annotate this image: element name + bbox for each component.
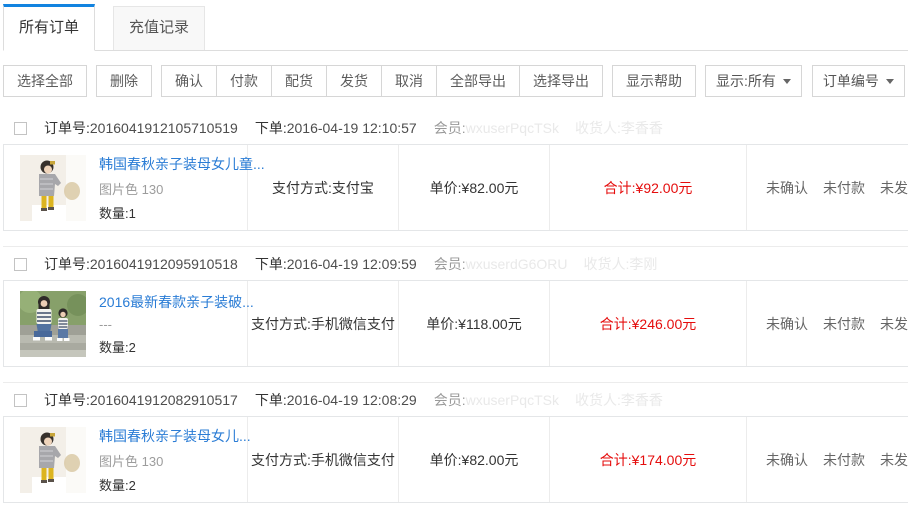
product-cell: 韩国春秋亲子装母女儿... 图片色 130 数量:2 — [4, 417, 248, 502]
product-image[interactable] — [20, 427, 86, 493]
status-unpaid: 未付款 — [823, 178, 865, 198]
product-title-link[interactable]: 韩国春秋亲子装母女儿童... — [99, 154, 247, 174]
product-title-link[interactable]: 2016最新春款亲子装破... — [99, 292, 247, 312]
unit-price: 单价:¥118.00元 — [399, 281, 550, 366]
member-label: 会员: — [434, 390, 466, 410]
order-placed-time: 下单:2016-04-19 12:10:57 — [255, 118, 417, 138]
consignee-redacted: 收货人:李香香 — [575, 118, 663, 138]
payment-method: 支付方式:手机微信支付 — [248, 417, 399, 502]
order-total: 合计:¥174.00元 — [550, 417, 747, 502]
orders-page: 所有订单 充值记录 选择全部 删除 确认 付款 配货 发货 取消 全部导出 选择… — [0, 0, 908, 503]
unit-price: 单价:¥82.00元 — [399, 145, 550, 230]
allocate-button[interactable]: 配货 — [271, 65, 327, 97]
payment-method: 支付方式:手机微信支付 — [248, 281, 399, 366]
search-type-dropdown[interactable]: 订单编号 — [812, 65, 905, 97]
order-checkbox[interactable] — [14, 122, 27, 135]
ship-button[interactable]: 发货 — [326, 65, 382, 97]
order-block: 订单号:2016041912082910517 下单:2016-04-19 12… — [3, 382, 908, 503]
select-all-button[interactable]: 选择全部 — [3, 65, 87, 97]
chevron-down-icon — [886, 79, 894, 84]
unit-price: 单价:¥82.00元 — [399, 417, 550, 502]
product-cell: 韩国春秋亲子装母女儿童... 图片色 130 数量:1 — [4, 145, 248, 230]
confirm-button[interactable]: 确认 — [161, 65, 217, 97]
product-title-link[interactable]: 韩国春秋亲子装母女儿... — [99, 426, 247, 446]
tab-all-orders[interactable]: 所有订单 — [3, 4, 95, 51]
order-statuses: 未确认 未付款 未发货 — [747, 417, 908, 502]
tab-recharge-records[interactable]: 充值记录 — [113, 6, 205, 50]
order-block: 订单号:2016041912095910518 下单:2016-04-19 12… — [3, 246, 908, 367]
toolbar: 选择全部 删除 确认 付款 配货 发货 取消 全部导出 选择导出 显示帮助 显示… — [3, 65, 908, 97]
export-all-button[interactable]: 全部导出 — [436, 65, 520, 97]
product-spec: 图片色 130 — [99, 179, 247, 198]
toolbar-filters: 显示:所有 订单编号 — [705, 65, 908, 97]
order-total: 合计:¥246.00元 — [550, 281, 747, 366]
member-id-redacted: wxuserPqcTSk — [466, 392, 559, 408]
product-image[interactable] — [20, 291, 86, 357]
order-row: 韩国春秋亲子装母女儿... 图片色 130 数量:2 支付方式:手机微信支付 单… — [3, 416, 908, 503]
member-label: 会员: — [434, 118, 466, 138]
product-cell: 2016最新春款亲子装破... --- 数量:2 — [4, 281, 248, 366]
product-quantity: 数量:2 — [99, 337, 247, 356]
order-row: 2016最新春款亲子装破... --- 数量:2 支付方式:手机微信支付 单价:… — [3, 280, 908, 367]
order-statuses: 未确认 未付款 未发货 — [747, 145, 908, 230]
order-header: 订单号:2016041912095910518 下单:2016-04-19 12… — [3, 248, 908, 280]
tab-bar: 所有订单 充值记录 — [3, 4, 908, 51]
order-placed-time: 下单:2016-04-19 12:08:29 — [255, 390, 417, 410]
chevron-down-icon — [783, 79, 791, 84]
delete-button[interactable]: 删除 — [96, 65, 152, 97]
status-unshipped: 未发货 — [880, 178, 908, 198]
product-spec: 图片色 130 — [99, 451, 247, 470]
order-checkbox[interactable] — [14, 394, 27, 407]
product-spec: --- — [99, 317, 247, 332]
cancel-button[interactable]: 取消 — [381, 65, 437, 97]
status-unconfirmed: 未确认 — [766, 178, 808, 198]
consignee-redacted: 收货人:李香香 — [575, 390, 663, 410]
status-unpaid: 未付款 — [823, 450, 865, 470]
order-number: 订单号:2016041912095910518 — [44, 254, 238, 274]
order-total: 合计:¥92.00元 — [550, 145, 747, 230]
order-row: 韩国春秋亲子装母女儿童... 图片色 130 数量:1 支付方式:支付宝 单价:… — [3, 144, 908, 231]
pay-button[interactable]: 付款 — [216, 65, 272, 97]
status-unconfirmed: 未确认 — [766, 314, 808, 334]
consignee-redacted: 收货人:李刚 — [584, 254, 658, 274]
member-id-redacted: wxuserdG6ORU — [466, 256, 568, 272]
order-block: 订单号:2016041912105710519 下单:2016-04-19 12… — [3, 112, 908, 231]
payment-method: 支付方式:支付宝 — [248, 145, 399, 230]
order-statuses: 未确认 未付款 未发货 — [747, 281, 908, 366]
status-unshipped: 未发货 — [880, 450, 908, 470]
export-selected-button[interactable]: 选择导出 — [519, 65, 603, 97]
member-id-redacted: wxuserPqcTSk — [466, 120, 559, 136]
order-checkbox[interactable] — [14, 258, 27, 271]
display-filter-dropdown[interactable]: 显示:所有 — [705, 65, 802, 97]
display-filter-label: 显示:所有 — [716, 71, 776, 91]
status-unshipped: 未发货 — [880, 314, 908, 334]
order-action-group: 确认 付款 配货 发货 取消 全部导出 选择导出 — [161, 65, 603, 97]
order-header: 订单号:2016041912105710519 下单:2016-04-19 12… — [3, 112, 908, 144]
order-number: 订单号:2016041912082910517 — [44, 390, 238, 410]
order-number: 订单号:2016041912105710519 — [44, 118, 238, 138]
search-type-label: 订单编号 — [823, 71, 879, 91]
member-label: 会员: — [434, 254, 466, 274]
product-quantity: 数量:2 — [99, 475, 247, 494]
status-unconfirmed: 未确认 — [766, 450, 808, 470]
product-image[interactable] — [20, 155, 86, 221]
order-header: 订单号:2016041912082910517 下单:2016-04-19 12… — [3, 384, 908, 416]
show-help-button[interactable]: 显示帮助 — [612, 65, 696, 97]
order-placed-time: 下单:2016-04-19 12:09:59 — [255, 254, 417, 274]
status-unpaid: 未付款 — [823, 314, 865, 334]
product-quantity: 数量:1 — [99, 203, 247, 222]
